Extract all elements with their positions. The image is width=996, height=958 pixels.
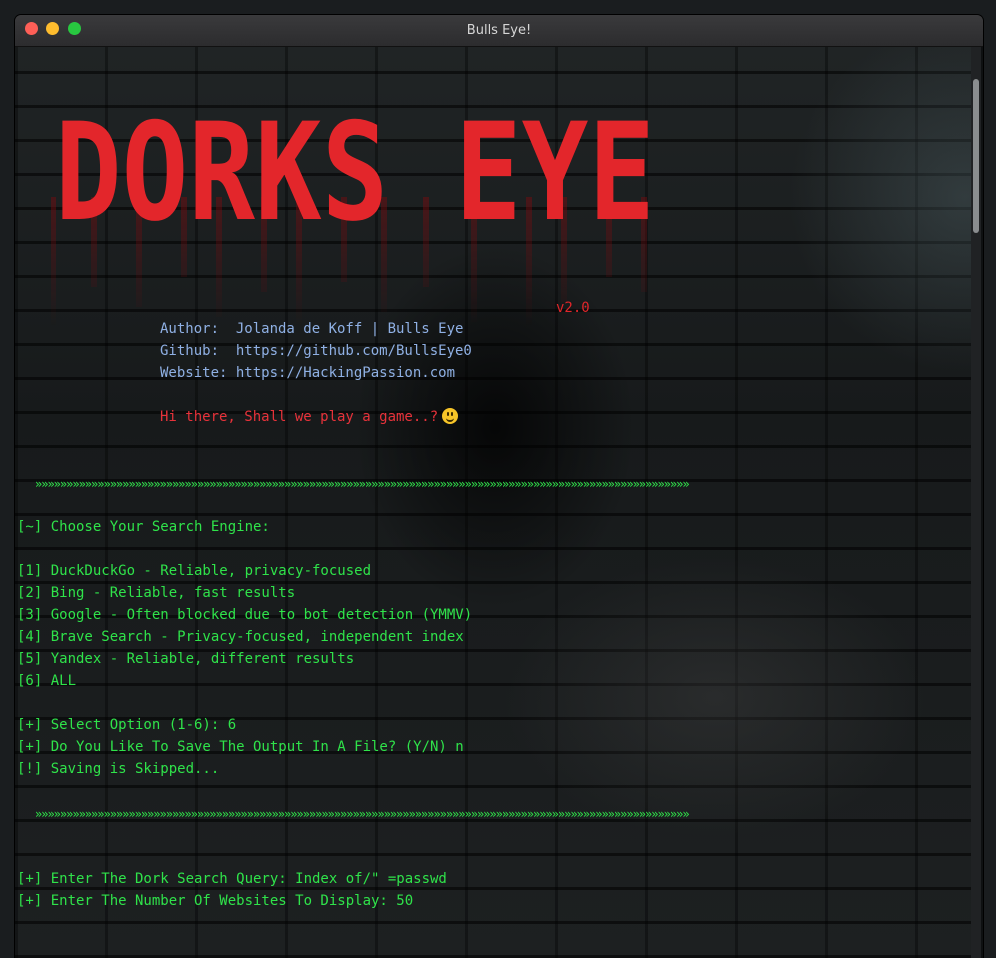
menu-option-3: [3] Google - Often blocked due to bot de… (17, 607, 473, 623)
version-label: v2.0 (556, 300, 590, 316)
banner-title: DORKS EYE (55, 97, 655, 251)
saving-skipped-line: [!] Saving is Skipped... (17, 761, 220, 777)
menu-option-4: [4] Brave Search - Privacy-focused, inde… (17, 629, 464, 645)
menu-option-1: [1] DuckDuckGo - Reliable, privacy-focus… (17, 563, 372, 579)
menu-option-2: [2] Bing - Reliable, fast results (17, 585, 296, 601)
title-bar: Bulls Eye! (15, 15, 983, 47)
menu-option-5: [5] Yandex - Reliable, different results (17, 651, 355, 667)
github-line: Github: https://github.com/BullsEye0 (160, 343, 472, 359)
scrollbar[interactable] (971, 47, 981, 958)
terminal-output[interactable]: DORKS EYE v2.0 Author: Jolanda de Koff |… (15, 47, 971, 958)
select-option-line: [+] Select Option (1-6): 6 (17, 717, 237, 733)
menu-header: [~] Choose Your Search Engine: (17, 519, 270, 535)
website-count-line: [+] Enter The Number Of Websites To Disp… (17, 893, 414, 909)
terminal-window: Bulls Eye! DORKS EYE v2.0 Author: Joland… (15, 15, 983, 958)
separator-bottom: »»»»»»»»»»»»»»»»»»»»»»»»»»»»»»»»»»»»»»»»… (35, 807, 690, 821)
dorks-eye-logo: DORKS EYE (51, 97, 655, 327)
window-title: Bulls Eye! (466, 23, 532, 38)
dork-query-line: [+] Enter The Dork Search Query: Index o… (17, 871, 447, 887)
website-line: Website: https://HackingPassion.com (160, 365, 456, 381)
separator-top: »»»»»»»»»»»»»»»»»»»»»»»»»»»»»»»»»»»»»»»»… (35, 477, 690, 491)
greeting-line: Hi there, Shall we play a game..? (160, 408, 459, 425)
save-output-line: [+] Do You Like To Save The Output In A … (17, 739, 464, 755)
menu-option-6: [6] ALL (17, 673, 77, 689)
smiley-icon (442, 408, 459, 424)
author-line: Author: Jolanda de Koff | Bulls Eye (160, 321, 464, 337)
scrollbar-thumb[interactable] (973, 79, 979, 233)
